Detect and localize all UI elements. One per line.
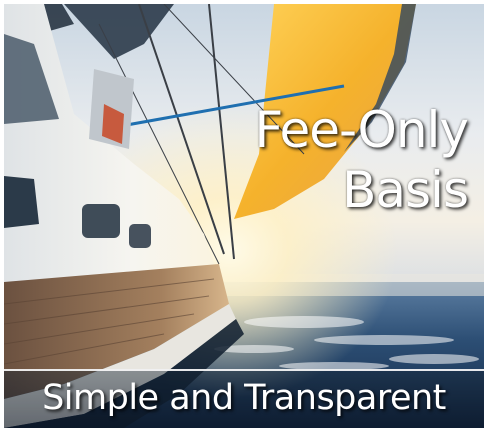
headline-line-1: Fee-Only (254, 101, 469, 159)
promo-card: Fee-Only Basis Simple and Transparent (0, 0, 488, 431)
tagline-banner: Simple and Transparent (4, 369, 484, 428)
porthole (82, 204, 120, 238)
tagline-text: Simple and Transparent (42, 377, 446, 418)
headline: Fee-Only Basis (168, 100, 469, 220)
headline-line-2: Basis (342, 161, 469, 219)
